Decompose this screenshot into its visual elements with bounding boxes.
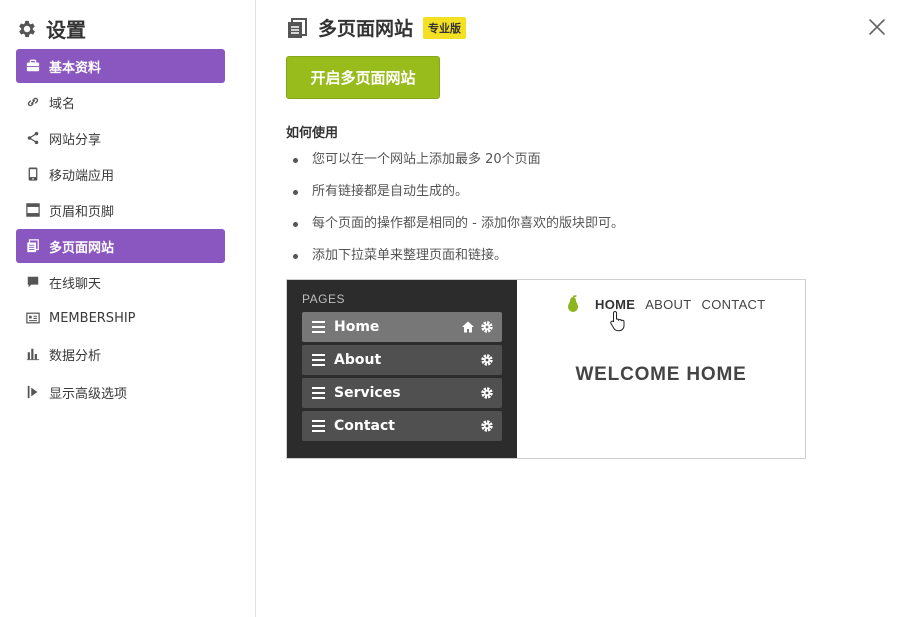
sidebar-item-multipage[interactable]: 多页面网站 — [16, 229, 225, 263]
page-name: Services — [334, 385, 401, 401]
sidebar-item-label: 网站分享 — [49, 132, 102, 148]
show-advanced-label: 显示高级选项 — [49, 386, 128, 402]
page-actions — [461, 320, 494, 334]
sidebar-item-label: 基本资料 — [49, 60, 102, 76]
page-row-contact: Contact — [302, 411, 502, 441]
sidebar-item-membership[interactable]: MEMBERSHIP — [16, 301, 225, 335]
page-row-services: Services — [302, 378, 502, 408]
sidebar-item-domain[interactable]: 域名 — [16, 85, 225, 119]
list-item: 您可以在一个网站上添加最多 20个页面 — [292, 150, 624, 182]
bar-chart-icon — [25, 346, 41, 362]
sidebar-item-label: 域名 — [49, 96, 76, 112]
enable-multipage-button[interactable]: 开启多页面网站 — [286, 56, 440, 99]
home-icon — [462, 321, 474, 333]
sidebar-item-label: 在线聊天 — [49, 276, 102, 292]
menu-icon — [312, 420, 325, 432]
membership-icon — [25, 310, 41, 326]
gear-icon — [481, 420, 493, 432]
page-name: Contact — [334, 418, 395, 434]
page-name: Home — [334, 319, 380, 335]
sidebar-item-header-footer[interactable]: 页眉和页脚 — [16, 193, 225, 227]
welcome-heading: WELCOME HOME — [575, 364, 747, 385]
briefcase-icon — [25, 58, 41, 74]
sidebar-item-mobile[interactable]: 移动端应用 — [16, 157, 225, 191]
panel-header: 多页面网站 专业版 — [286, 14, 467, 41]
multipage-preview-illustration: PAGES Home About Services Contact HOME A… — [286, 279, 806, 459]
gear-icon — [481, 387, 493, 399]
sidebar-item-label: 页眉和页脚 — [49, 204, 115, 220]
gear-icon — [481, 321, 493, 333]
page-actions — [480, 386, 494, 400]
page-name: About — [334, 352, 382, 368]
sidebar-item-label: 移动端应用 — [49, 168, 115, 184]
pro-badge: 专业版 — [423, 16, 467, 39]
sidebar-item-label: MEMBERSHIP — [49, 310, 136, 326]
link-icon — [25, 94, 41, 110]
menu-icon — [312, 354, 325, 366]
page-title: 多页面网站 — [318, 18, 414, 40]
settings-sidebar: 设置 基本资料 域名 网站分享 移动端应用 页眉和页脚 多页面网站 在线聊天 M… — [0, 0, 256, 617]
hand-cursor-icon — [610, 310, 625, 332]
pages-label: PAGES — [302, 292, 345, 306]
sidebar-header: 设置 — [16, 14, 86, 43]
document-icon — [288, 17, 307, 38]
page-actions — [480, 353, 494, 367]
sidebar-item-label: 多页面网站 — [49, 240, 115, 256]
pages-icon — [25, 238, 41, 254]
close-icon[interactable] — [868, 18, 886, 36]
list-item: 每个页面的操作都是相同的 - 添加你喜欢的版块即可。 — [292, 214, 624, 246]
gear-icon — [19, 20, 35, 37]
howto-heading: 如何使用 — [286, 126, 339, 141]
chat-icon — [25, 274, 41, 290]
list-item: 所有链接都是自动生成的。 — [292, 182, 624, 214]
share-icon — [25, 130, 41, 146]
multipage-settings-panel: 多页面网站 专业版 开启多页面网站 如何使用 您可以在一个网站上添加最多 20个… — [256, 0, 912, 617]
howto-list: 您可以在一个网站上添加最多 20个页面 所有链接都是自动生成的。 每个页面的操作… — [292, 150, 624, 278]
page-actions — [480, 419, 494, 433]
sidebar-nav: 基本资料 域名 网站分享 移动端应用 页眉和页脚 多页面网站 在线聊天 MEMB… — [16, 49, 225, 411]
sidebar-item-basic-info[interactable]: 基本资料 — [16, 49, 225, 83]
sidebar-item-live-chat[interactable]: 在线聊天 — [16, 265, 225, 299]
show-advanced-options[interactable]: 显示高级选项 — [16, 375, 225, 409]
pear-logo-icon — [568, 295, 578, 312]
page-row-about: About — [302, 345, 502, 375]
mobile-icon — [25, 166, 41, 182]
pages-panel: PAGES Home About Services Contact — [287, 280, 517, 458]
site-nav-about: ABOUT — [645, 297, 692, 312]
list-item: 添加下拉菜单来整理页面和链接。 — [292, 246, 624, 278]
sidebar-title: 设置 — [46, 18, 86, 42]
header-footer-icon — [25, 202, 41, 218]
sidebar-item-label: 数据分析 — [49, 348, 102, 364]
sidebar-item-share[interactable]: 网站分享 — [16, 121, 225, 155]
sidebar-item-analytics[interactable]: 数据分析 — [16, 337, 225, 371]
page-row-home: Home — [302, 312, 502, 342]
expand-arrow-icon — [25, 384, 41, 400]
menu-icon — [312, 321, 325, 333]
gear-icon — [481, 354, 493, 366]
menu-icon — [312, 387, 325, 399]
site-preview: HOME ABOUT CONTACT WELCOME HOME — [517, 280, 805, 458]
site-nav-contact: CONTACT — [701, 297, 766, 312]
